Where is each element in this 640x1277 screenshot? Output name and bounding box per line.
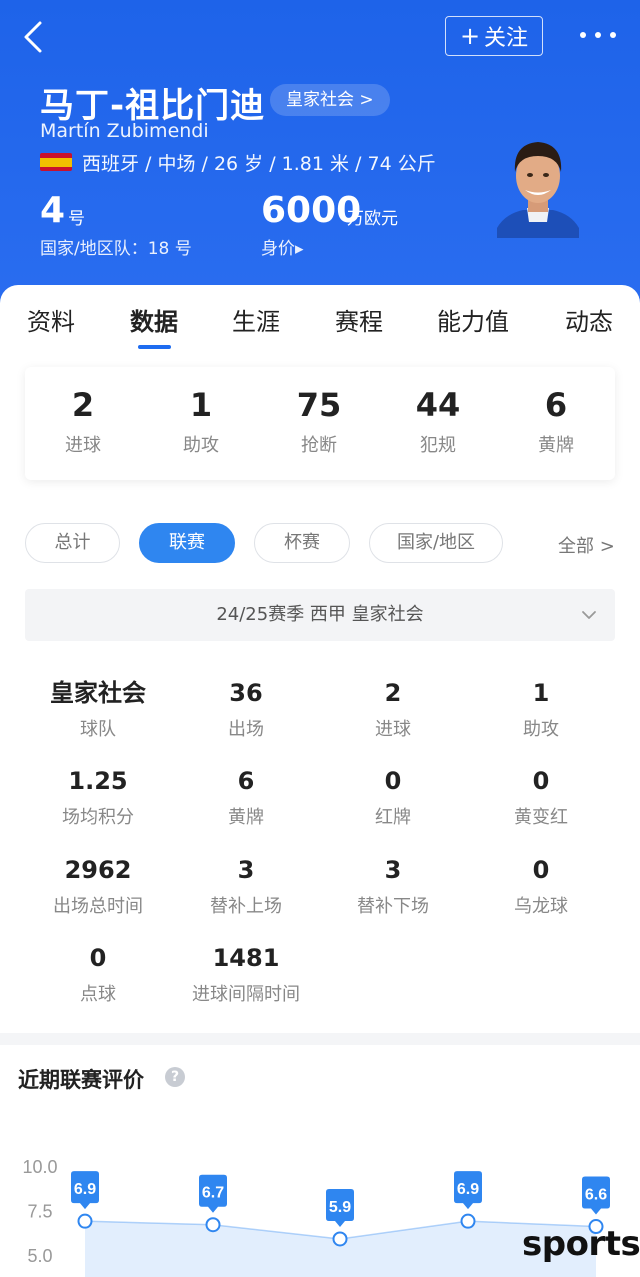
y-tick-label: 7.5 bbox=[27, 1202, 52, 1222]
tab-career[interactable]: 生涯 bbox=[232, 302, 280, 337]
summary-goals: 2 进球 bbox=[65, 386, 101, 456]
active-tab-indicator bbox=[138, 345, 171, 349]
tab-news[interactable]: 动态 bbox=[565, 302, 613, 337]
spain-flag-icon bbox=[40, 153, 72, 171]
plus-icon: + bbox=[459, 22, 481, 50]
stat-minutes-played: 2962 出场总时间 bbox=[53, 856, 143, 917]
stat-goal-interval: 1481 进球间隔时间 bbox=[192, 944, 300, 1005]
season-label: 24/25赛季 西甲 皇家社会 bbox=[216, 604, 424, 625]
stat-sub-in: 3 替补上场 bbox=[210, 856, 282, 917]
filter-all-link[interactable]: 全部 > bbox=[558, 532, 615, 558]
follow-label: 关注 bbox=[484, 26, 529, 51]
player-meta: 西班牙 / 中场 / 26 岁 / 1.81 米 / 74 公斤 bbox=[82, 153, 436, 175]
market-value-link[interactable]: 身价▸ bbox=[261, 234, 304, 259]
back-arrow-icon[interactable] bbox=[18, 18, 48, 56]
stat-penalties: 0 点球 bbox=[80, 944, 116, 1005]
stat-own-goals: 0 乌龙球 bbox=[514, 856, 568, 917]
summary-tackles: 75 抢断 bbox=[296, 386, 342, 456]
player-avatar bbox=[497, 142, 579, 238]
tab-schedule[interactable]: 赛程 bbox=[335, 302, 383, 337]
stat-avg-points: 1.25 场均积分 bbox=[62, 767, 134, 828]
filter-national[interactable]: 国家/地区 bbox=[369, 523, 503, 563]
season-selector[interactable]: 24/25赛季 西甲 皇家社会 bbox=[25, 589, 615, 641]
shirt-number: 4 bbox=[40, 190, 66, 231]
stat-goals: 2 进球 bbox=[375, 679, 411, 740]
tab-stats[interactable]: 数据 bbox=[130, 302, 178, 337]
summary-yellow-cards: 6 黄牌 bbox=[538, 386, 574, 456]
club-link[interactable]: 皇家社会 > bbox=[270, 84, 390, 116]
stat-yellow-cards: 6 黄牌 bbox=[228, 767, 264, 828]
follow-button[interactable]: + 关注 bbox=[445, 16, 543, 56]
stat-team: 皇家社会 球队 bbox=[50, 679, 146, 740]
y-tick-label: 5.0 bbox=[27, 1246, 52, 1266]
player-header: + 关注 马丁-祖比门迪 皇家社会 > Martín Zubimendi 西班牙… bbox=[0, 0, 640, 310]
tab-bar: 资料 数据 生涯 赛程 能力值 动态 bbox=[0, 285, 640, 353]
summary-fouls: 44 犯规 bbox=[415, 386, 461, 456]
filter-cup[interactable]: 杯赛 bbox=[254, 523, 350, 563]
rating-point bbox=[77, 1213, 93, 1229]
market-value-unit: 万欧元 bbox=[347, 209, 398, 229]
rating-point bbox=[205, 1217, 221, 1233]
rating-data-label: 5.9 bbox=[329, 1199, 351, 1216]
rating-area bbox=[85, 1221, 596, 1277]
rating-data-label: 6.7 bbox=[202, 1185, 224, 1202]
stat-assists: 1 助攻 bbox=[523, 679, 559, 740]
summary-stats-card: 2 进球 1 助攻 75 抢断 44 犯规 6 黄牌 bbox=[25, 367, 615, 480]
stat-appearances: 36 出场 bbox=[228, 679, 264, 740]
national-team-number: 国家/地区队：18 号 bbox=[40, 239, 192, 259]
rating-point bbox=[332, 1231, 348, 1247]
stat-red-cards: 0 红牌 bbox=[375, 767, 411, 828]
help-icon[interactable]: ? bbox=[165, 1067, 185, 1087]
y-tick-label: 10.0 bbox=[22, 1157, 57, 1177]
player-name-en: Martín Zubimendi bbox=[40, 120, 209, 142]
shirt-number-unit: 号 bbox=[68, 209, 85, 229]
rating-point bbox=[460, 1213, 476, 1229]
stat-second-yellow: 0 黄变红 bbox=[514, 767, 568, 828]
rating-data-label: 6.9 bbox=[457, 1181, 479, 1198]
filter-total[interactable]: 总计 bbox=[25, 523, 120, 563]
rating-data-label: 6.9 bbox=[74, 1181, 96, 1198]
watermark-logo: sports bbox=[522, 1224, 640, 1264]
stat-sub-out: 3 替补下场 bbox=[357, 856, 429, 917]
summary-assists: 1 助攻 bbox=[183, 386, 219, 456]
rating-title: 近期联赛评价 bbox=[18, 1068, 144, 1092]
rating-data-label: 6.6 bbox=[585, 1187, 607, 1204]
tab-ability[interactable]: 能力值 bbox=[437, 302, 509, 337]
chevron-down-icon bbox=[582, 611, 596, 619]
filter-league[interactable]: 联赛 bbox=[139, 523, 235, 563]
tab-profile[interactable]: 资料 bbox=[27, 302, 75, 337]
more-options-icon[interactable] bbox=[580, 28, 616, 42]
